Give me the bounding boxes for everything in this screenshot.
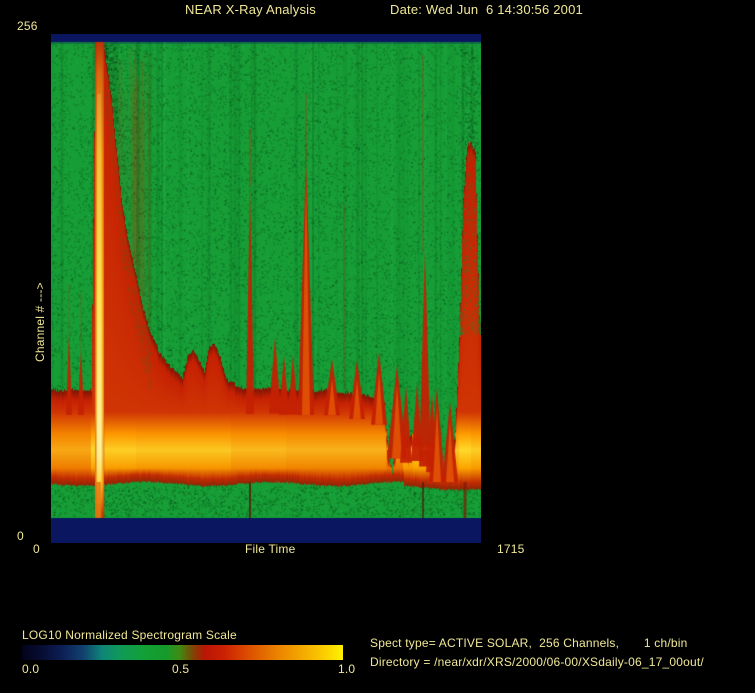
colorbar-tick-min: 0.0 [22,663,39,676]
colorbar-tick-mid: 0.5 [172,663,189,676]
x-axis-max-tick: 1715 [497,543,525,556]
y-axis-min-tick: 0 [17,530,24,543]
y-axis-max-tick: 256 [17,20,38,33]
spectrogram-heatmap [51,34,481,543]
directory-line: Directory = /near/xdr/XRS/2000/06-00/XSd… [370,656,704,669]
x-axis-min-tick: 0 [33,543,40,556]
near-xray-analysis-screen: { "window": { "background": "#000000", "… [0,0,755,693]
y-axis-label: Channel # ---> [33,198,48,362]
date-label: Date: Wed Jun 6 14:30:56 2001 [390,3,583,16]
x-axis-label: File Time [245,543,295,556]
colorbar-tick-max: 1.0 [338,663,355,676]
spect-type-line: Spect type= ACTIVE SOLAR, 256 Channels, … [370,637,688,650]
colorbar-title: LOG10 Normalized Spectrogram Scale [22,629,237,642]
page-title: NEAR X-Ray Analysis [185,3,316,16]
colorbar-gradient [22,645,343,660]
